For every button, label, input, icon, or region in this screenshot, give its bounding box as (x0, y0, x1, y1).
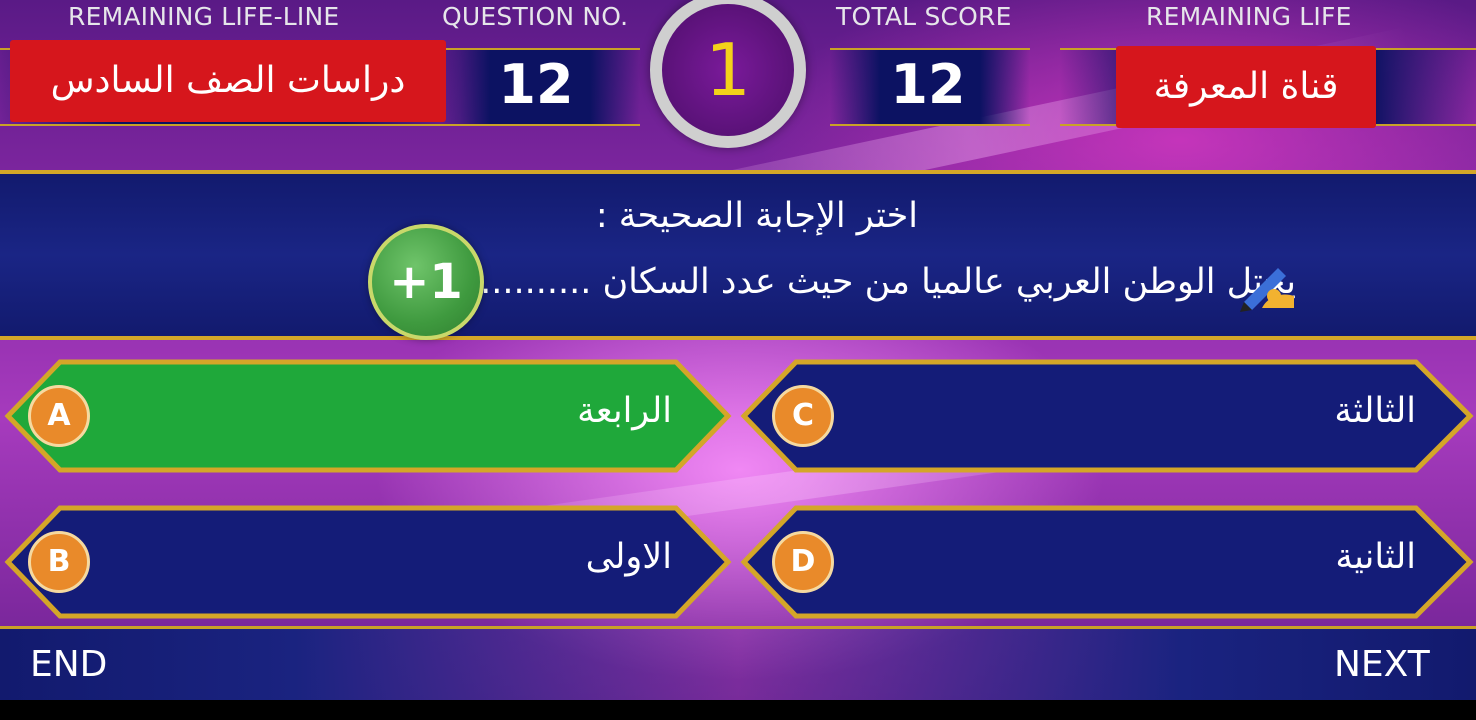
answer-c-letter: C (772, 385, 834, 447)
remaining-lifeline-label: REMAINING LIFE-LINE (68, 2, 340, 31)
answer-c-button[interactable]: C الثالثة (738, 358, 1476, 474)
answer-d-button[interactable]: D الثانية (738, 504, 1476, 620)
writing-hand-icon (1240, 268, 1294, 312)
answer-a-button[interactable]: A الرابعة (0, 358, 736, 474)
question-number-label: QUESTION NO. (442, 2, 629, 31)
answer-b-text: الاولى (585, 537, 672, 577)
countdown-timer: 1 (650, 0, 806, 148)
timer-value: 1 (705, 28, 751, 112)
next-button[interactable]: NEXT (1334, 640, 1430, 690)
bottom-nav-bar (0, 626, 1476, 700)
channel-name-tag: قناة المعرفة (1116, 46, 1376, 128)
answer-b-button[interactable]: B الاولى (0, 504, 736, 620)
remaining-life-label: REMAINING LIFE (1146, 2, 1352, 31)
grade-subject-tag: دراسات الصف السادس (10, 40, 446, 122)
answer-d-letter: D (772, 531, 834, 593)
total-score-label: TOTAL SCORE (836, 2, 1012, 31)
question-text: يحتل الوطن العربي عالميا من حيث عدد السك… (435, 262, 1296, 302)
question-number-value: 12 (498, 53, 574, 116)
game-stage: REMAINING LIFE-LINE QUESTION NO. TOTAL S… (0, 0, 1476, 700)
question-instruction: اختر الإجابة الصحيحة : (595, 196, 918, 236)
answer-a-text: الرابعة (577, 391, 672, 431)
answer-b-letter: B (28, 531, 90, 593)
total-score-value: 12 (890, 53, 966, 116)
answer-c-text: الثالثة (1334, 391, 1416, 431)
answer-d-text: الثانية (1335, 537, 1416, 577)
answer-a-letter: A (28, 385, 90, 447)
end-button[interactable]: END (30, 640, 107, 690)
score-plus-text: +1 (389, 254, 463, 310)
score-plus-badge: +1 (368, 224, 484, 340)
